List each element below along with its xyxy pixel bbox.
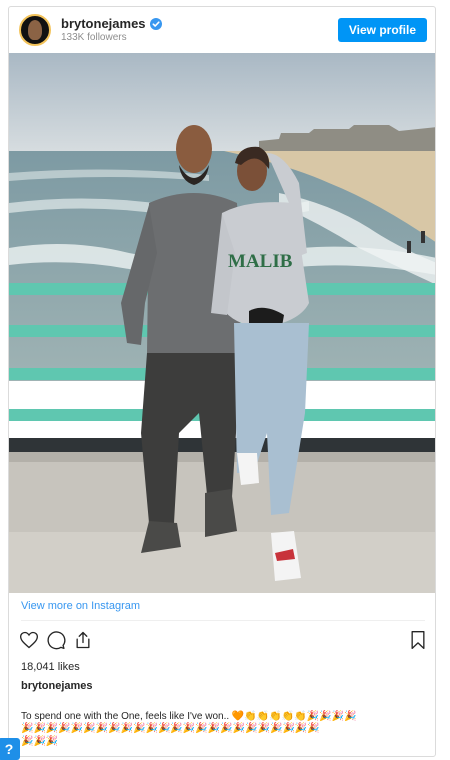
username-row: brytonejames xyxy=(61,16,162,31)
instagram-embed-card: brytonejames 133K followers View profile xyxy=(8,6,436,757)
like-count[interactable]: 18,041 likes xyxy=(21,661,80,673)
caption-emoji-row: 🎉🎉🎉 xyxy=(21,736,59,747)
caption-emoji-row: 🎉🎉🎉🎉🎉🎉🎉🎉🎉🎉🎉🎉🎉🎉🎉🎉🎉🎉🎉🎉🎉🎉🎉🎉 xyxy=(21,723,320,734)
post-header: brytonejames 133K followers View profile xyxy=(9,7,435,53)
follower-count: 133K followers xyxy=(61,32,127,43)
pier-deck xyxy=(9,532,435,593)
avatar[interactable] xyxy=(19,14,51,46)
distant-person xyxy=(407,241,411,253)
caption-username[interactable]: brytonejames xyxy=(21,680,93,692)
distant-person xyxy=(421,231,425,243)
divider xyxy=(21,620,425,621)
comment-icon[interactable] xyxy=(46,630,66,650)
post-photo[interactable]: MALIB xyxy=(9,53,435,593)
caption-emoji: 🧡👏👏👏👏👏🎉🎉🎉🎉 xyxy=(231,711,357,722)
bookmark-icon[interactable] xyxy=(409,630,427,650)
post-actions xyxy=(19,630,429,652)
caption-text: To spend one with the One, feels like I'… xyxy=(21,711,230,722)
shirt-lettering: MALIB xyxy=(228,251,293,272)
view-profile-button[interactable]: View profile xyxy=(337,18,427,42)
verified-badge-icon xyxy=(149,17,162,30)
beach-pier-photo: MALIB xyxy=(9,53,435,593)
share-icon[interactable] xyxy=(73,630,93,650)
view-more-on-instagram-link[interactable]: View more on Instagram xyxy=(21,600,140,612)
caption: To spend one with the One, feels like I'… xyxy=(21,710,431,723)
username[interactable]: brytonejames xyxy=(61,16,146,31)
heart-icon[interactable] xyxy=(19,630,39,650)
